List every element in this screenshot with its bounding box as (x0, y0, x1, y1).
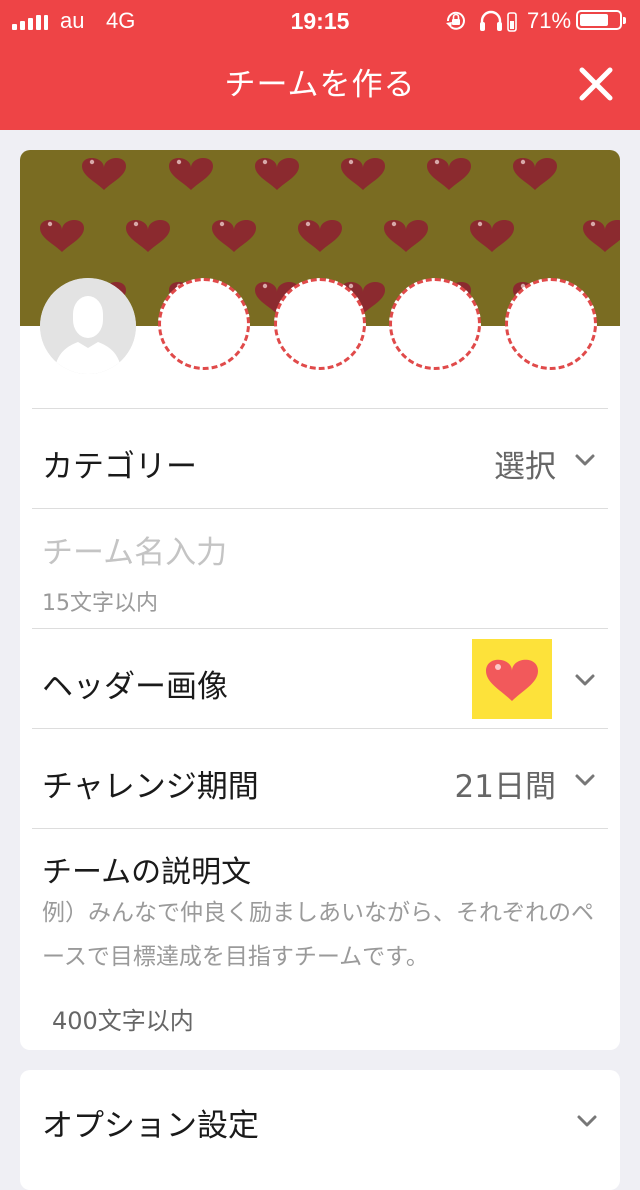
member-slot-1[interactable] (158, 278, 250, 370)
header-image-thumbnail[interactable] (472, 639, 552, 719)
chevron-down-icon (575, 774, 595, 786)
person-icon (40, 278, 136, 374)
options-card[interactable]: オプション設定 (20, 1070, 620, 1190)
member-avatars (20, 278, 620, 378)
category-row[interactable]: カテゴリー 選択 (32, 408, 608, 509)
team-name-hint: 15文字以内 (42, 591, 158, 616)
headphones-icon (480, 10, 502, 31)
challenge-period-row[interactable]: チャレンジ期間 21日間 (32, 728, 608, 829)
member-slot-3[interactable] (389, 278, 481, 370)
challenge-period-label: チャレンジ期間 (42, 769, 259, 805)
team-form-card: カテゴリー 選択 チーム名入力 15文字以内 ヘッダー画像 チャレンジ期間 21… (20, 150, 620, 1050)
nav-bar: チームを作る (0, 40, 640, 130)
page-title: チームを作る (224, 67, 416, 103)
team-name-row[interactable]: チーム名入力 15文字以内 (32, 508, 608, 629)
category-value: 選択 (494, 449, 556, 485)
status-icons (446, 10, 517, 32)
team-name-input[interactable]: チーム名入力 (42, 527, 227, 572)
chevron-down-icon (575, 454, 595, 466)
rotation-lock-icon (446, 11, 465, 30)
description-row[interactable]: チームの説明文 例）みんなで仲良く励ましあいながら、それぞれのペースで目標達成を… (32, 828, 608, 1039)
close-icon[interactable] (576, 64, 616, 104)
heart-icon (486, 659, 538, 701)
header-image-row[interactable]: ヘッダー画像 (32, 628, 608, 729)
member-slot-4[interactable] (505, 278, 597, 370)
challenge-period-value: 21日間 (454, 769, 556, 805)
battery-icon (576, 10, 626, 30)
chevron-down-icon (575, 674, 595, 686)
owner-avatar[interactable] (40, 278, 136, 374)
header-image-label: ヘッダー画像 (42, 669, 228, 705)
status-bar: au 4G 19:15 71% (0, 0, 640, 40)
options-label: オプション設定 (42, 1108, 259, 1144)
category-label: カテゴリー (42, 449, 197, 485)
member-slot-2[interactable] (274, 278, 366, 370)
description-input[interactable]: 例）みんなで仲良く励ましあいながら、それぞれのペースで目標達成を目指すチームです… (42, 891, 602, 979)
bluetooth-battery-icon (507, 12, 517, 32)
description-label: チームの説明文 (42, 855, 252, 890)
description-limit: 400文字以内 (52, 1007, 194, 1035)
battery-percent: 71% (527, 8, 572, 33)
chevron-down-icon (577, 1115, 597, 1127)
